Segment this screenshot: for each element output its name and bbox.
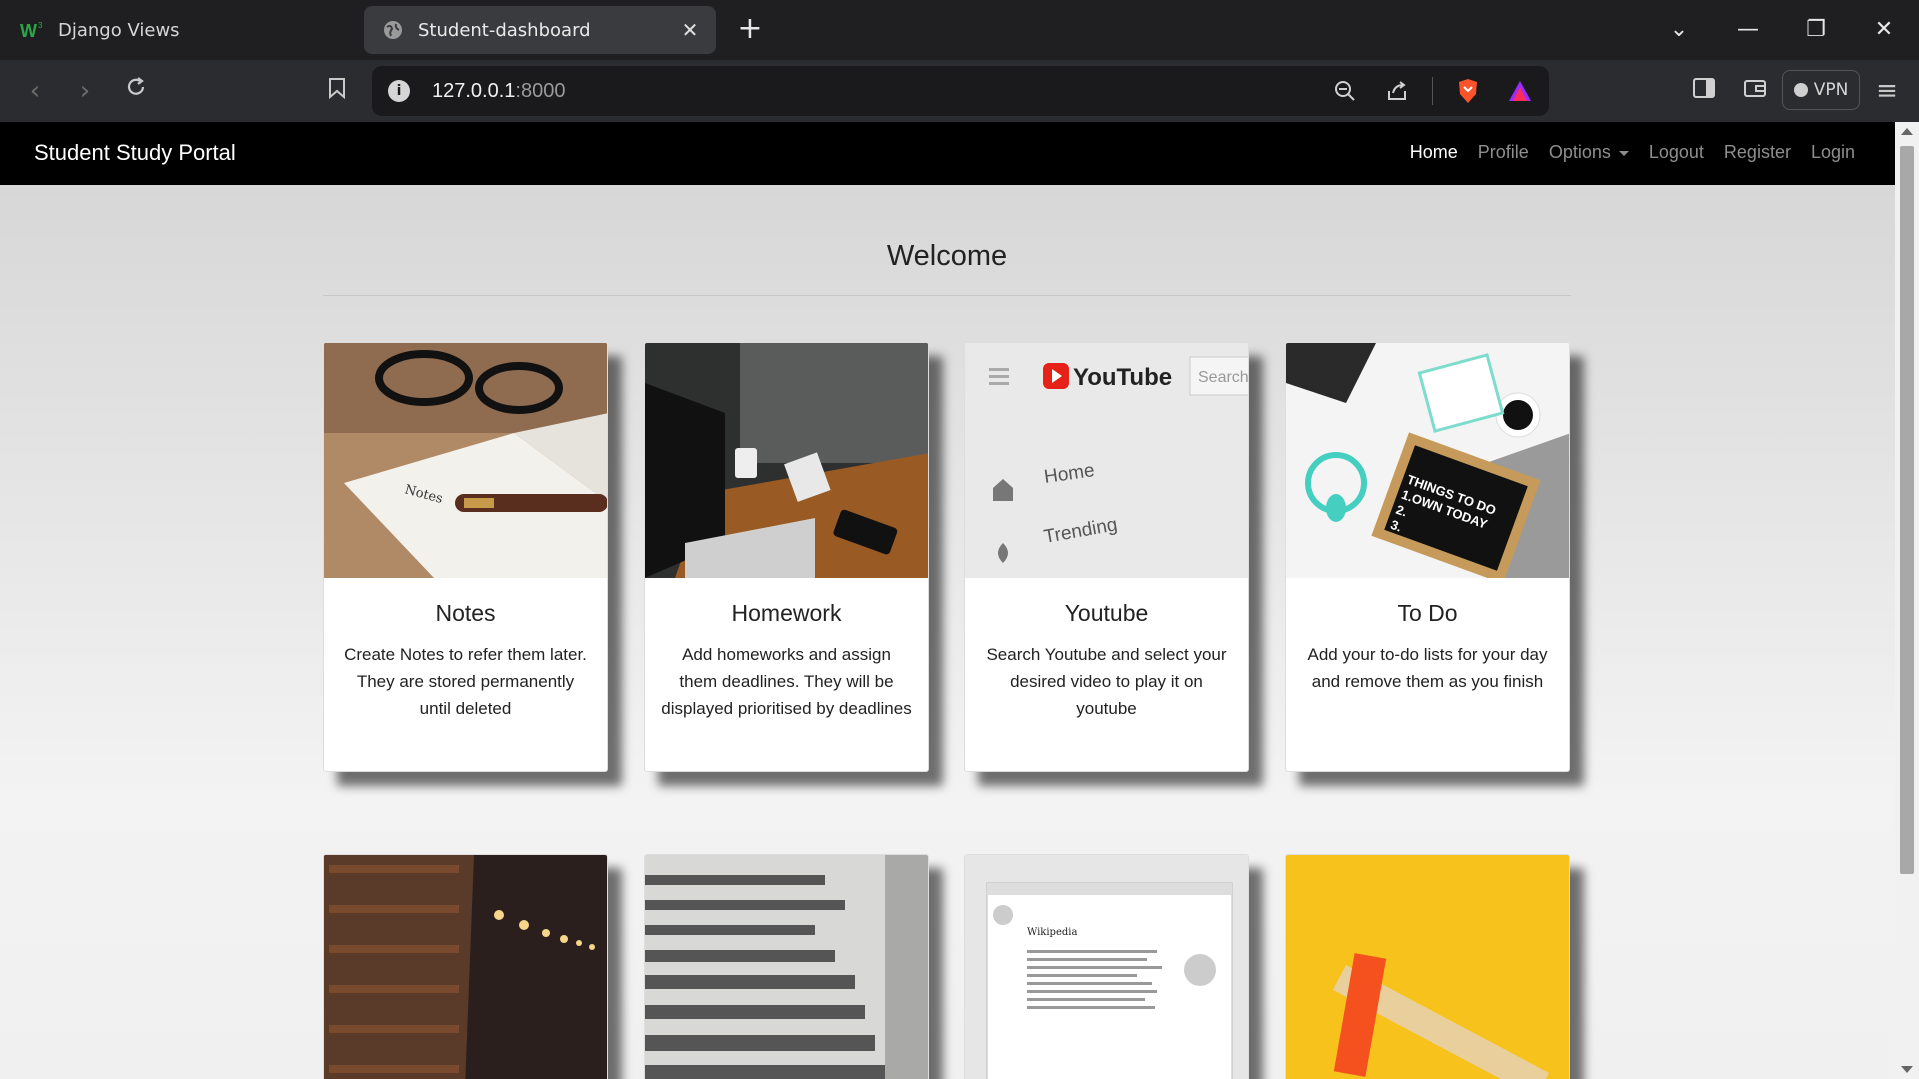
homework-image — [645, 343, 928, 578]
vpn-button[interactable]: VPN — [1782, 70, 1860, 110]
browser-toolbar: ‹ › i 127.0.0.1:8000 VPN ≡ — [0, 60, 1919, 122]
sidebar-toggle-icon[interactable] — [1687, 74, 1721, 108]
nav-logout[interactable]: Logout — [1649, 142, 1704, 163]
nav-register[interactable]: Register — [1724, 142, 1791, 163]
nav-home[interactable]: Home — [1410, 142, 1458, 163]
brave-shields-icon[interactable] — [1451, 74, 1485, 108]
card-text: Add your to-do lists for your day and re… — [1307, 645, 1548, 691]
card-homework[interactable]: Homework Add homeworks and assign them d… — [644, 342, 929, 772]
todo-image: THINGS TO DO1.OWN TODAY2.3. — [1286, 343, 1569, 578]
site-info-icon[interactable]: i — [388, 80, 410, 102]
scrollbar-thumb[interactable] — [1900, 146, 1914, 874]
svg-text:W: W — [20, 21, 37, 40]
ruler-image — [1286, 855, 1569, 1079]
tab-django-views[interactable]: W3 Django Views — [10, 6, 350, 54]
site-navbar: Student Study Portal Home Profile Option… — [0, 122, 1895, 185]
card-title: Homework — [731, 600, 842, 626]
divider — [323, 295, 1571, 296]
minimize-icon[interactable]: — — [1730, 12, 1766, 48]
svg-text:3: 3 — [38, 21, 43, 30]
url-text: 127.0.0.1:8000 — [432, 79, 566, 102]
share-icon[interactable] — [1380, 74, 1414, 108]
card-text: Create Notes to refer them later. They a… — [344, 645, 587, 718]
card-books[interactable] — [323, 854, 608, 1079]
nav-login[interactable]: Login — [1811, 142, 1855, 163]
forward-icon[interactable]: › — [68, 74, 102, 108]
card-todo[interactable]: THINGS TO DO1.OWN TODAY2.3. To Do Add yo… — [1285, 342, 1570, 772]
divider — [1432, 77, 1433, 105]
svg-text:Wikipedia: Wikipedia — [1027, 927, 1077, 938]
dictionary-image — [645, 855, 928, 1079]
tab-search-chevron-icon[interactable]: ⌄ — [1661, 12, 1697, 48]
scroll-down-icon[interactable] — [1901, 1066, 1913, 1073]
card-wikipedia[interactable]: Wikipedia — [964, 854, 1249, 1079]
globe-icon — [380, 17, 406, 43]
caret-down-icon — [1618, 150, 1629, 156]
new-tab-button[interactable]: + — [734, 14, 766, 46]
wikipedia-image: Wikipedia — [965, 855, 1248, 1079]
library-image — [324, 855, 607, 1079]
nav-profile[interactable]: Profile — [1478, 142, 1529, 163]
card-notes[interactable]: Notes Notes Create Notes to refer them l… — [323, 342, 608, 772]
card-youtube[interactable]: YouTube Search Home Trending Youtube Sea… — [964, 342, 1249, 772]
card-text: Add homeworks and assign them deadlines.… — [661, 645, 912, 718]
page-title: Welcome — [886, 240, 1008, 272]
notes-image: Notes — [324, 343, 607, 578]
zoom-out-icon[interactable] — [1328, 74, 1362, 108]
card-title: To Do — [1397, 600, 1458, 626]
site-brand[interactable]: Student Study Portal — [34, 140, 236, 166]
browser-tab-strip: W3 Django Views Student-dashboard ✕ + ⌄ … — [0, 0, 1919, 60]
tab-student-dashboard[interactable]: Student-dashboard ✕ — [364, 6, 716, 54]
page-scrollbar[interactable] — [1895, 122, 1919, 1079]
youtube-image: YouTube Search Home Trending — [965, 343, 1248, 578]
back-icon[interactable]: ‹ — [18, 74, 52, 108]
bookmark-icon[interactable] — [320, 74, 354, 108]
nav-links: Home Profile Options Logout Register Log… — [1410, 142, 1855, 163]
address-bar[interactable]: i 127.0.0.1:8000 — [372, 66, 1549, 116]
card-title: Notes — [435, 600, 496, 626]
close-window-icon[interactable]: ✕ — [1866, 12, 1902, 48]
vpn-status-icon — [1793, 83, 1808, 97]
nav-options-label: Options — [1548, 142, 1611, 162]
svg-text:YouTube: YouTube — [1073, 364, 1172, 391]
card-title: Youtube — [1064, 600, 1149, 626]
page-viewport: Student Study Portal Home Profile Option… — [0, 122, 1895, 1079]
brave-rewards-icon[interactable] — [1503, 74, 1537, 108]
w3-favicon-icon: W3 — [20, 17, 46, 43]
tab-label: Django Views — [58, 19, 180, 41]
svg-text:Search: Search — [1198, 369, 1248, 386]
nav-options-dropdown[interactable]: Options — [1549, 142, 1629, 163]
vpn-label: VPN — [1813, 80, 1849, 100]
card-ruler[interactable] — [1285, 854, 1570, 1079]
close-tab-icon[interactable]: ✕ — [678, 18, 702, 42]
scroll-up-icon[interactable] — [1901, 128, 1913, 135]
menu-icon[interactable]: ≡ — [1870, 74, 1904, 108]
restore-icon[interactable]: ❐ — [1798, 12, 1834, 48]
reload-icon[interactable] — [119, 74, 153, 108]
card-dictionary[interactable] — [644, 854, 929, 1079]
wallet-icon[interactable] — [1738, 74, 1772, 108]
card-text: Search Youtube and select your desired v… — [986, 645, 1227, 718]
tab-label: Student-dashboard — [418, 19, 591, 41]
